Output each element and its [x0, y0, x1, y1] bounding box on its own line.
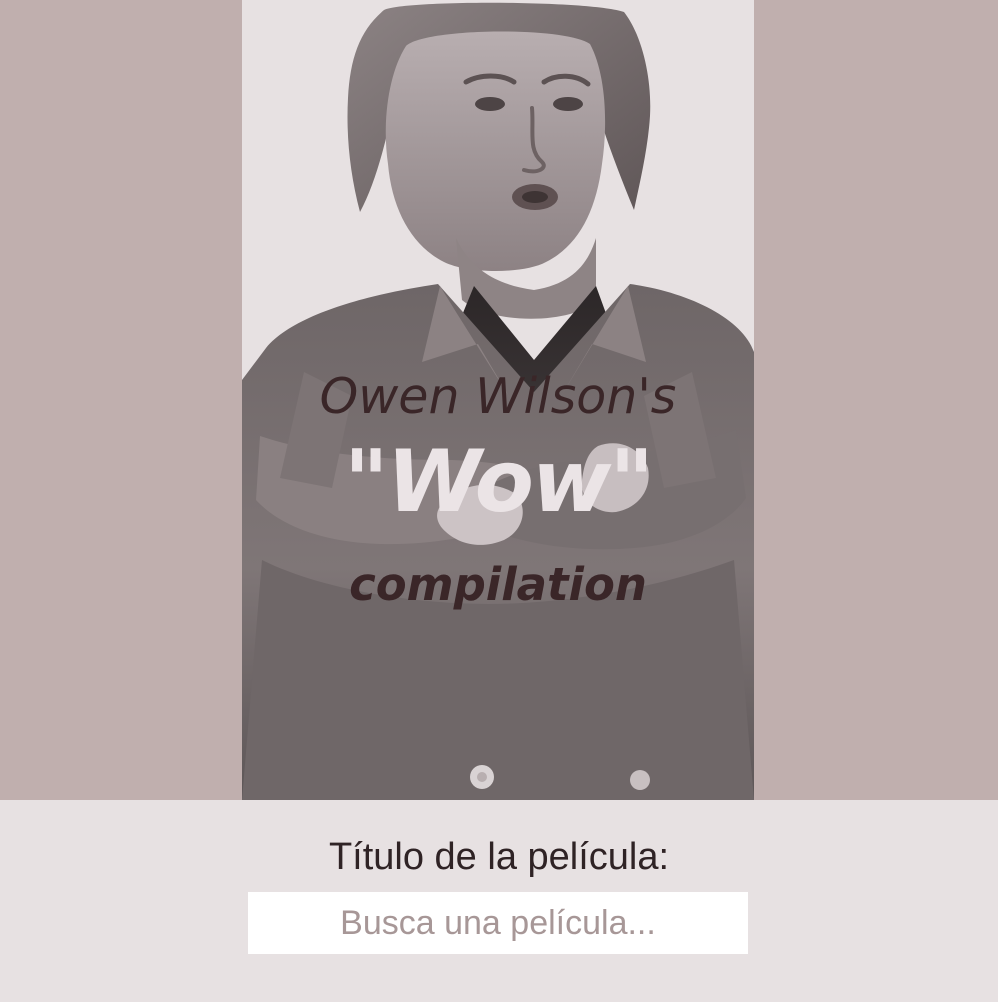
movie-search-input[interactable] [248, 892, 748, 954]
owen-wilson-portrait [242, 0, 754, 800]
portrait-photo [242, 0, 754, 800]
hero-banner: Owen Wilson's "Wow" compilation [0, 0, 998, 800]
search-label: Título de la película: [328, 836, 670, 878]
